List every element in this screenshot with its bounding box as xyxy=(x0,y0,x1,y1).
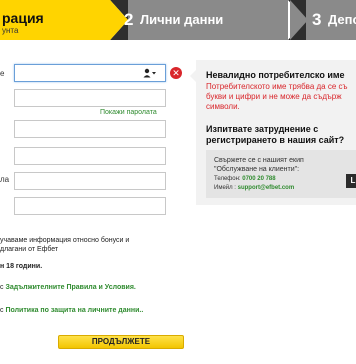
phone-label: Телефон: xyxy=(214,176,241,182)
error-message: Потребителското име трябва да се съ букв… xyxy=(206,82,348,111)
step-2-label: Лични данни xyxy=(140,12,224,27)
step-3-label: Депо xyxy=(328,12,356,27)
form-field-5[interactable] xyxy=(14,172,166,190)
continue-button[interactable]: ПРОДЪЛЖЕТЕ xyxy=(58,335,184,349)
registration-steps: рация унта 2 Лични данни 3 Депо xyxy=(0,0,356,40)
age-consent: н 18 години. xyxy=(0,262,42,271)
username-input[interactable] xyxy=(14,64,166,82)
privacy-consent: с Политика по защита на личните данни.. xyxy=(0,306,143,315)
privacy-link[interactable]: Политика по защита на личните данни.. xyxy=(5,307,143,314)
promo-consent-line-1: учаваме информация относно бонуси и xyxy=(0,237,130,244)
email-link[interactable]: support@efbet.com xyxy=(238,185,295,191)
phone-value: 0700 20 788 xyxy=(242,176,276,182)
live-chat-button[interactable]: L xyxy=(346,174,356,188)
help-title: Изпитвате затруднение с регистрирането в… xyxy=(206,124,345,145)
step-1-subtitle: унта xyxy=(2,26,19,35)
error-icon: ✕ xyxy=(170,67,182,79)
show-password-link[interactable]: Покажи паролата xyxy=(100,109,157,116)
form-field-3[interactable] xyxy=(14,120,166,138)
form-field-4[interactable] xyxy=(14,147,166,165)
password-input[interactable] xyxy=(14,89,166,107)
phone-row: Телефон: 0700 20 788 xyxy=(214,176,276,182)
contact-text: Свържете се с нашият екип "Обслужване на… xyxy=(214,157,304,173)
step-1-title: рация xyxy=(2,10,44,26)
step-2-number: 2 xyxy=(124,10,134,29)
email-row: Имейл : support@efbet.com xyxy=(214,185,294,191)
email-label: Имейл : xyxy=(214,185,236,191)
user-icon xyxy=(143,68,157,81)
step-3-number: 3 xyxy=(312,10,322,29)
error-title: Невалидно потребителско име xyxy=(206,70,345,80)
terms-link[interactable]: Задължителните Правила и Условия. xyxy=(5,284,135,291)
field-4-label: ла xyxy=(0,175,10,184)
promo-consent-line-2: длагани от Ефбет xyxy=(0,246,59,253)
age-consent-text: н 18 години. xyxy=(0,263,43,270)
step-1-registration: рация унта xyxy=(0,0,110,40)
username-label: е xyxy=(0,69,5,78)
form-field-6[interactable] xyxy=(14,197,166,215)
terms-consent: с Задължителните Правила и Условия. xyxy=(0,283,136,292)
